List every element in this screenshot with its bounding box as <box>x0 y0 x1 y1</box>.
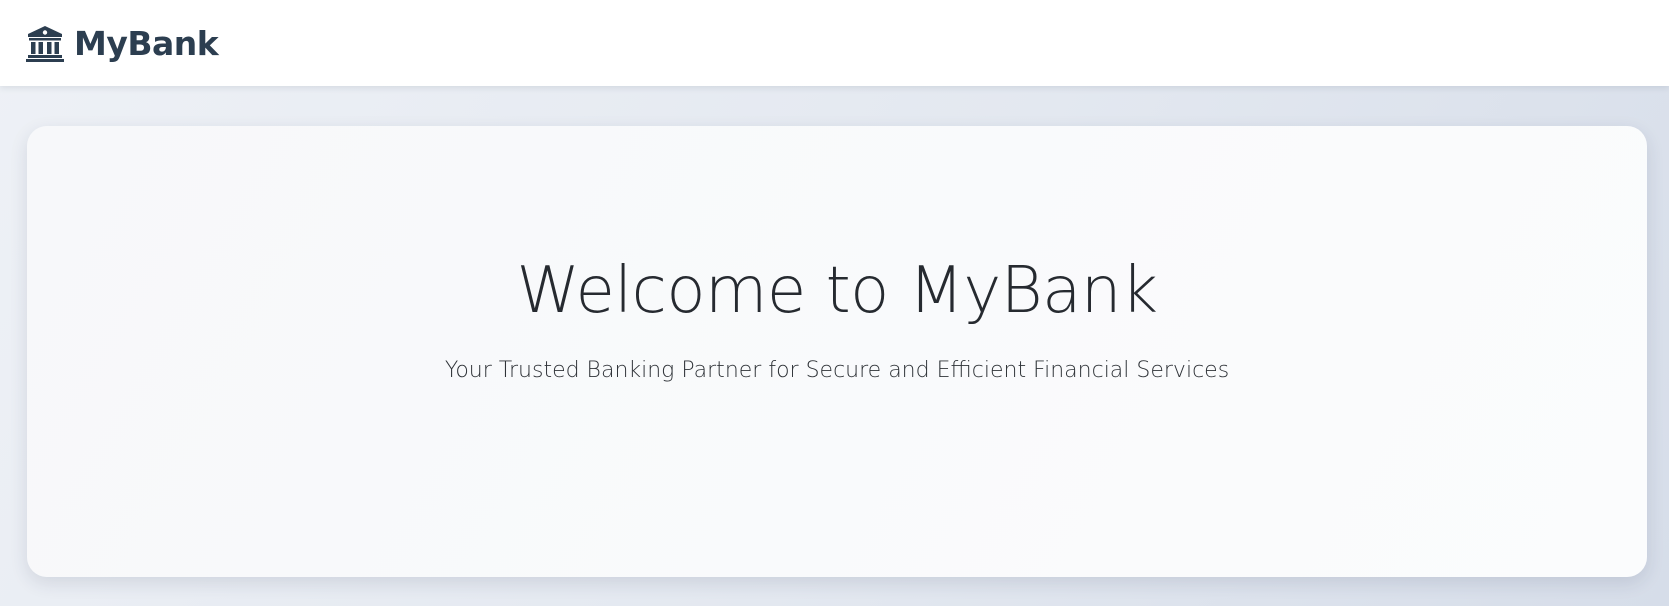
top-navbar: MyBank <box>0 0 1669 86</box>
brand-name: MyBank <box>74 23 219 63</box>
bank-building-icon <box>26 24 64 62</box>
hero-card: Welcome to MyBank Your Trusted Banking P… <box>27 126 1647 577</box>
hero-subtitle: Your Trusted Banking Partner for Secure … <box>444 358 1230 384</box>
brand-link[interactable]: MyBank <box>26 23 219 63</box>
hero-title: Welcome to MyBank <box>516 254 1158 328</box>
